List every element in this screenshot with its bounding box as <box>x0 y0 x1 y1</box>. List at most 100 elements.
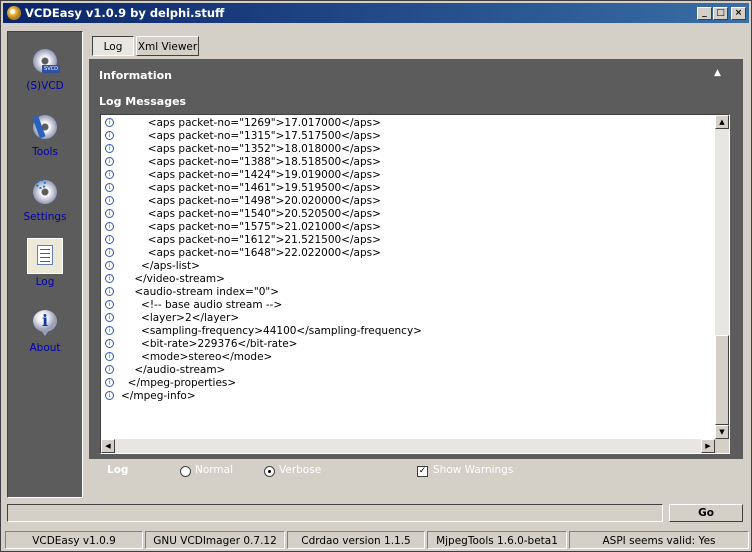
log-line: i <aps packet-no="1315">17.517500</aps> <box>101 130 713 143</box>
scroll-up-button[interactable]: ▲ <box>715 115 729 129</box>
log-line-text: <aps packet-no="1612">21.521500</aps> <box>121 234 381 246</box>
log-line-text: <audio-stream index="0"> <box>121 286 280 298</box>
vertical-scrollbar[interactable]: ▲ ▼ <box>715 115 729 439</box>
info-icon: i <box>105 170 114 179</box>
info-icon: i <box>105 274 114 283</box>
log-line-text: <mode>stereo</mode> <box>121 351 273 363</box>
status-vcdimager-version: GNU VCDImager 0.7.12 <box>145 531 285 549</box>
sidebar: SVCD (S)VCD Tools Settings Log i About <box>7 31 83 498</box>
log-line: i <mode>stereo</mode> <box>101 351 713 364</box>
log-line-text: <aps packet-no="1315">17.517500</aps> <box>121 130 381 142</box>
tools-disc-icon <box>30 112 60 142</box>
info-icon: i <box>105 326 114 335</box>
collapse-arrow-icon[interactable]: ▲ <box>714 68 724 78</box>
show-warnings-label[interactable]: Show Warnings <box>433 464 513 476</box>
log-line-text: <bit-rate>229376</bit-rate> <box>121 338 298 350</box>
scroll-left-button[interactable]: ◀ <box>101 439 115 453</box>
info-icon: i <box>105 131 114 140</box>
information-title: Information <box>99 69 172 82</box>
log-line-text: </video-stream> <box>121 273 225 285</box>
sidebar-item-log[interactable]: Log <box>8 238 82 302</box>
info-icon: i <box>105 391 114 400</box>
status-cdrdao-version: Cdrdao version 1.1.5 <box>287 531 425 549</box>
log-line-text: <sampling-frequency>44100</sampling-freq… <box>121 325 422 337</box>
log-line: i <aps packet-no="1498">20.020000</aps> <box>101 195 713 208</box>
info-icon: i <box>105 183 114 192</box>
info-icon: i <box>30 308 60 338</box>
progress-bar <box>7 504 663 522</box>
log-line: i <layer>2</layer> <box>101 312 713 325</box>
normal-radio-label[interactable]: Normal <box>195 464 233 476</box>
info-icon: i <box>105 144 114 153</box>
info-icon: i <box>105 287 114 296</box>
log-line: i <aps packet-no="1461">19.519500</aps> <box>101 182 713 195</box>
sidebar-item-about[interactable]: i About <box>8 308 82 368</box>
minimize-button[interactable]: _ <box>697 7 712 20</box>
info-icon: i <box>105 209 114 218</box>
info-icon: i <box>105 235 114 244</box>
status-aspi: ASPI seems valid: Yes <box>569 531 749 549</box>
verbose-radio-label[interactable]: Verbose <box>279 464 321 476</box>
log-line-text: </mpeg-info> <box>121 390 196 402</box>
tab-xml-viewer[interactable]: Xml Viewer <box>136 36 199 56</box>
maximize-button[interactable]: □ <box>713 7 728 20</box>
sidebar-item-label: About <box>29 342 61 354</box>
log-line: i </mpeg-info> <box>101 390 713 403</box>
log-document-icon <box>27 238 63 274</box>
horizontal-scrollbar[interactable]: ◀ ▶ <box>101 439 715 453</box>
log-line-text: <aps packet-no="1352">18.018000</aps> <box>121 143 381 155</box>
info-icon: i <box>105 248 114 257</box>
log-line: i </video-stream> <box>101 273 713 286</box>
log-line-text: <aps packet-no="1648">22.022000</aps> <box>121 247 381 259</box>
log-line: i <!-- base audio stream --> <box>101 299 713 312</box>
log-line: i <aps packet-no="1269">17.017000</aps> <box>101 117 713 130</box>
info-icon: i <box>105 300 114 309</box>
log-line-text: <aps packet-no="1575">21.021000</aps> <box>121 221 381 233</box>
log-line-text: </audio-stream> <box>121 364 226 376</box>
log-messages-title: Log Messages <box>99 95 187 108</box>
log-line-text: <aps packet-no="1461">19.519500</aps> <box>121 182 381 194</box>
info-icon: i <box>105 365 114 374</box>
sidebar-item-label: Log <box>35 276 55 288</box>
sidebar-item-svcd[interactable]: SVCD (S)VCD <box>8 46 82 106</box>
info-icon: i <box>105 157 114 166</box>
info-icon: i <box>105 313 114 322</box>
log-line-text: <aps packet-no="1424">19.019000</aps> <box>121 169 381 181</box>
settings-disc-icon <box>30 177 60 207</box>
show-warnings-checkbox[interactable]: ✓ <box>417 466 428 477</box>
info-icon: i <box>105 378 114 387</box>
scroll-right-button[interactable]: ▶ <box>701 439 715 453</box>
log-line-text: <aps packet-no="1388">18.518500</aps> <box>121 156 381 168</box>
scroll-thumb[interactable] <box>715 335 729 425</box>
sidebar-item-label: (S)VCD <box>26 80 64 92</box>
cd-disc-icon: SVCD <box>30 46 60 76</box>
log-line: i <sampling-frequency>44100</sampling-fr… <box>101 325 713 338</box>
title-bar[interactable]: VCDEasy v1.0.9 by delphi.stuff _ □ × <box>3 3 749 23</box>
log-line-text: <!-- base audio stream --> <box>121 299 283 311</box>
log-messages-box[interactable]: i <aps packet-no="1269">17.017000</aps> i… <box>100 114 730 454</box>
status-mjpegtools-version: MjpegTools 1.6.0-beta1 <box>427 531 567 549</box>
log-line-text: <aps packet-no="1269">17.017000</aps> <box>121 117 381 129</box>
normal-radio[interactable] <box>180 466 191 477</box>
status-bar: VCDEasy v1.0.9 GNU VCDImager 0.7.12 Cdrd… <box>1 529 752 551</box>
scroll-down-button[interactable]: ▼ <box>715 425 729 439</box>
log-lines: i <aps packet-no="1269">17.017000</aps> i… <box>101 117 713 403</box>
log-line: i <aps packet-no="1424">19.019000</aps> <box>101 169 713 182</box>
sidebar-item-settings[interactable]: Settings <box>8 177 82 237</box>
sidebar-item-tools[interactable]: Tools <box>8 112 82 172</box>
info-icon: i <box>105 222 114 231</box>
log-line-text: <layer>2</layer> <box>121 312 240 324</box>
log-line: i <aps packet-no="1612">21.521500</aps> <box>101 234 713 247</box>
tab-log[interactable]: Log <box>92 36 134 56</box>
log-line-text: </mpeg-properties> <box>121 377 237 389</box>
log-line: i <audio-stream index="0"> <box>101 286 713 299</box>
app-icon[interactable] <box>7 6 21 20</box>
info-icon: i <box>105 118 114 127</box>
close-button[interactable]: × <box>731 7 746 20</box>
go-button[interactable]: Go <box>669 504 743 522</box>
verbose-radio[interactable] <box>264 466 275 477</box>
window-title: VCDEasy v1.0.9 by delphi.stuff <box>25 6 225 20</box>
log-line: i </aps-list> <box>101 260 713 273</box>
log-line: i <aps packet-no="1575">21.021000</aps> <box>101 221 713 234</box>
log-line: i <aps packet-no="1388">18.518500</aps> <box>101 156 713 169</box>
